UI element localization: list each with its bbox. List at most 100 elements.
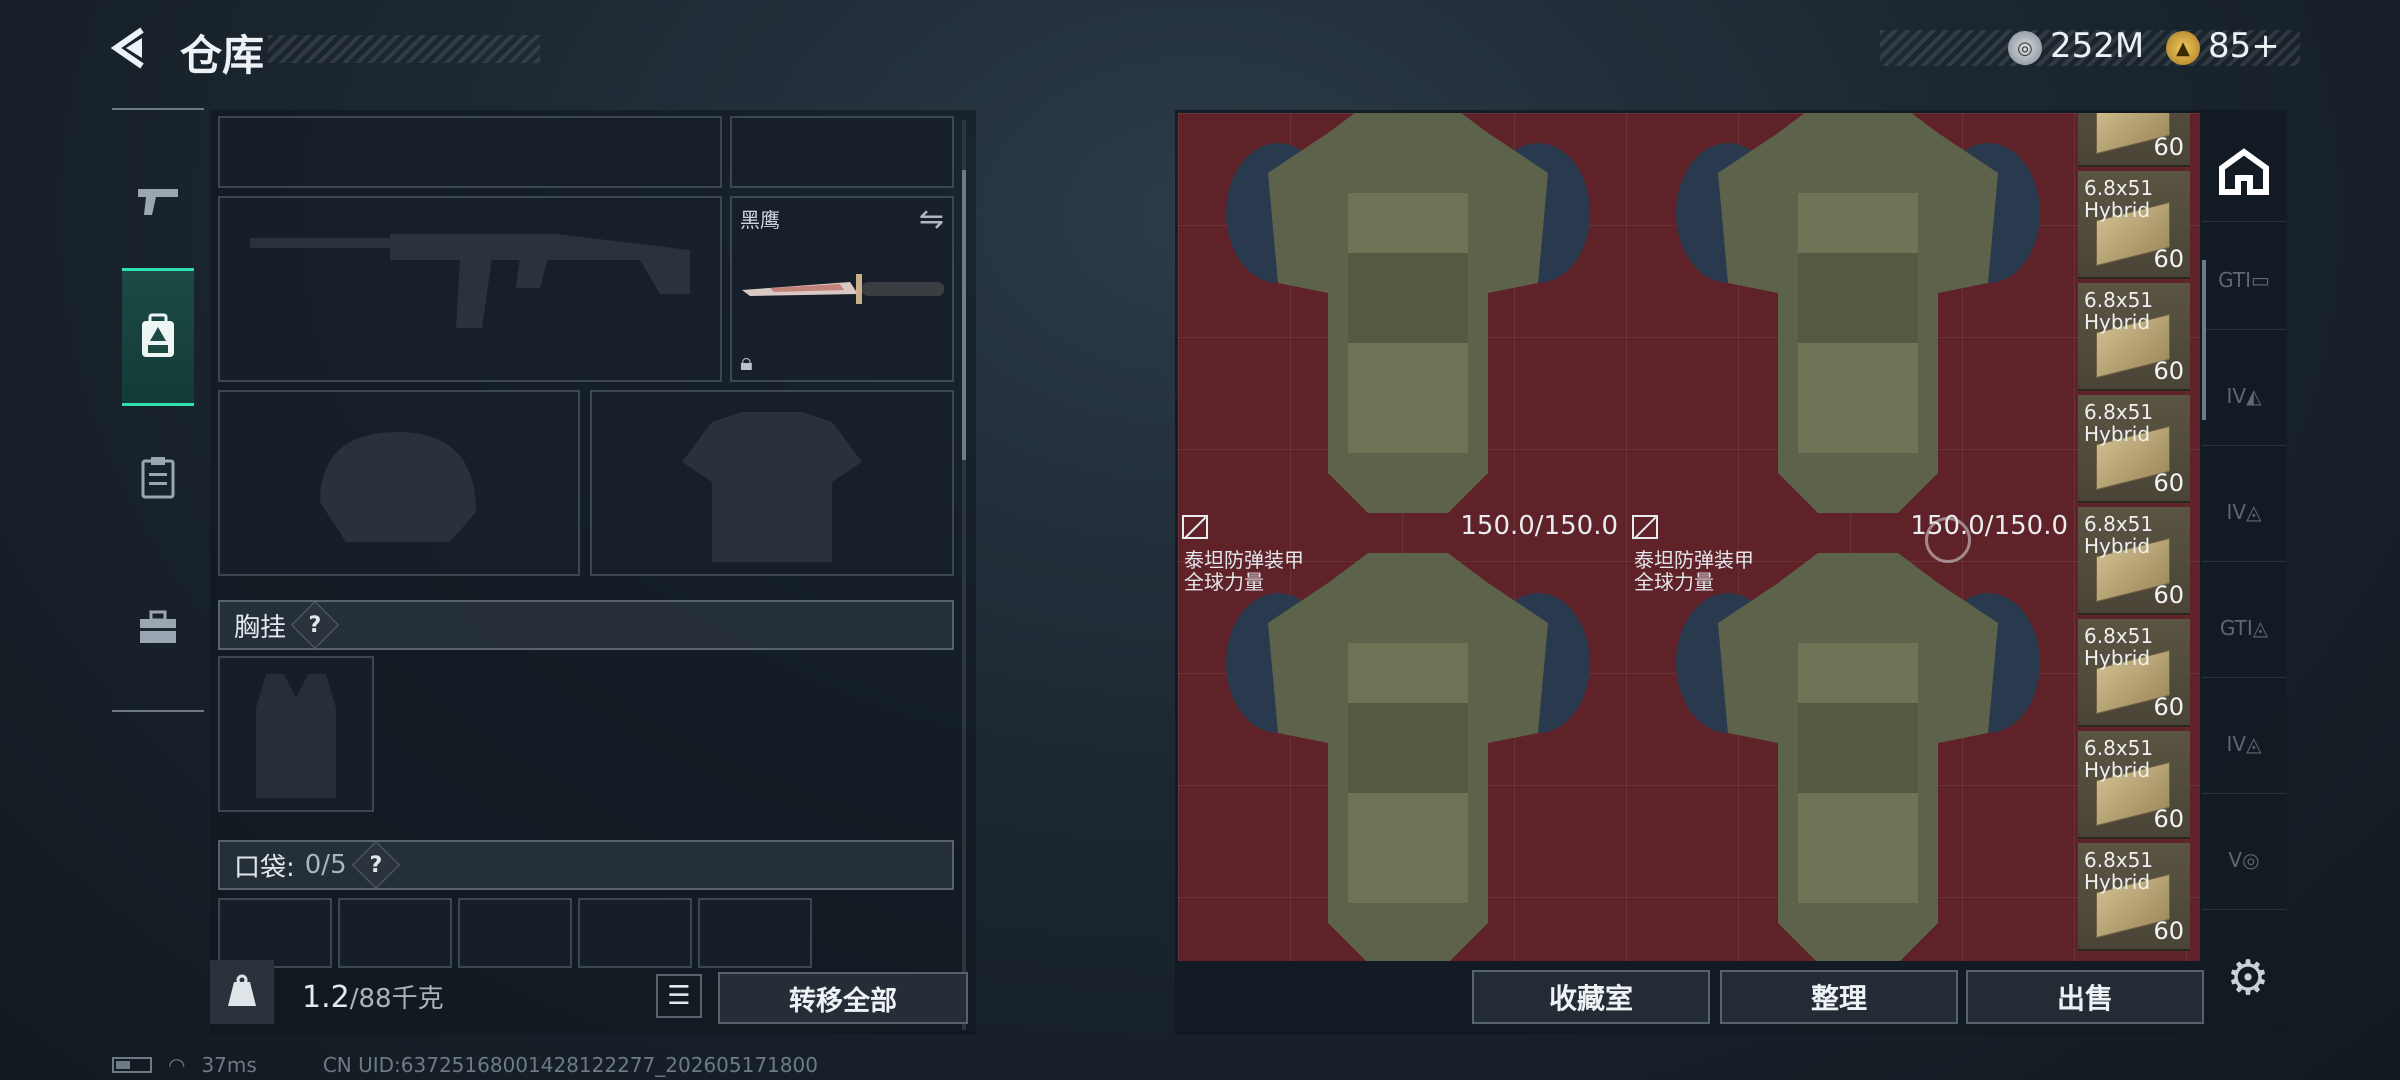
user-uid: CN UID:63725168001428122277_202605171800 [322,1053,818,1077]
ammo-count: 60 [2153,693,2184,721]
toolbox-icon [140,610,176,643]
ammo-name: 6.8x51 Hybrid [2084,288,2154,334]
gold-coin-icon: ▲ [2166,31,2200,65]
tabs-scrollbar[interactable] [2202,260,2206,420]
stash-item-armor[interactable]: 泰坦防弹装甲 全球力量150.0/150.0 [1178,543,1628,961]
pocket-slot[interactable] [578,898,692,968]
ammo-count: 60 [2153,917,2184,945]
ammo-count: 60 [2153,581,2184,609]
tab-category[interactable]: IV ◬ [2202,462,2286,562]
body-armor-slot[interactable] [590,390,954,576]
stash-item-ammo[interactable]: 6.8x51 Hybrid 60 [2078,619,2190,727]
ping-value: 37ms [201,1053,257,1077]
rifle-silhouette-icon [250,234,690,328]
tab-category[interactable]: V ◎ [2202,810,2286,910]
ammo-name: 6.8x51 Hybrid [2084,848,2154,894]
stash-item-ammo[interactable]: 6.8x51 Hybrid 60 [2078,395,2190,503]
ammo-name: 6.8x51 Hybrid [2084,624,2154,670]
equipment-slot[interactable] [730,116,954,188]
stash-item-ammo[interactable]: 6.8x51 Hybrid 60 [2078,507,2190,615]
ammo-count: 60 [2153,469,2184,497]
stash-item-ammo[interactable]: 6.8x51 Hybrid 60 [2078,283,2190,391]
knife-icon [742,274,944,304]
help-icon[interactable]: ? [351,840,400,890]
tab-category[interactable]: IV ◭ [2202,346,2286,446]
chest-rig-slot[interactable] [218,656,374,812]
currency-silver-value: 252M [2050,26,2145,66]
tab-home[interactable] [2202,122,2286,222]
lock-icon: 🔒︎ [740,348,753,376]
pocket-slot[interactable] [338,898,452,968]
nav-toolbox[interactable] [122,580,194,674]
page-title: 仓库 [180,31,265,80]
pockets-section-header: 口袋: 0/5 ? [218,840,954,890]
repair-icon [1632,515,1658,539]
helmet-silhouette-icon [320,432,476,542]
status-bar: ◠ 37ms CN UID:63725168001428122277_20260… [112,1052,818,1078]
body-armor-icon [1226,113,1590,513]
nav-rig[interactable] [122,430,194,524]
tab-category[interactable]: GTI ◬ [2202,578,2286,678]
stash-item-armor[interactable]: 150.0/150.0 [1178,113,1628,543]
ammo-name: 6.8x51 Hybrid [2084,512,2154,558]
sell-button[interactable]: 出售 [1966,970,2204,1024]
weight-capacity: /88千克 [349,984,444,1014]
stash-item-armor[interactable]: 150.0/150.0 [1628,113,2078,543]
home-icon [2219,147,2269,195]
stash-item-ammo[interactable]: 6.8x51 Hybrid 60 [2078,843,2190,951]
melee-slot[interactable]: 黑鹰 ⇋ 🔒︎ [730,196,954,382]
scrollbar-thumb[interactable] [962,170,966,460]
weight-value: 1.2 [302,980,350,1015]
stash-grid[interactable]: 150.0/150.0150.0/150.0泰坦防弹装甲 全球力量150.0/1… [1178,113,2200,961]
nav-weapon[interactable] [122,154,194,248]
sort-button[interactable]: 整理 [1720,970,1958,1024]
pockets-label: 口袋: [234,852,295,883]
armor-name: 泰坦防弹装甲 全球力量 [1634,548,1754,594]
help-icon[interactable]: ? [290,600,340,650]
stash-category-tabs: GTI ▭ IV ◭ IV ◬ GTI ◬ IV ◬ V ◎ [2202,118,2286,948]
currency-gold-value[interactable]: 85+ [2208,26,2280,66]
tab-category[interactable]: IV ◬ [2202,694,2286,794]
silver-coin-icon: ◎ [2008,31,2042,65]
armor-name: 泰坦防弹装甲 全球力量 [1184,548,1304,594]
clipboard-icon [141,457,175,499]
list-icon: ☰ [667,981,691,1011]
pocket-slot[interactable] [218,898,332,968]
stash-item-ammo[interactable]: 6.8x51 Hybrid 60 [2078,171,2190,279]
weight-icon [210,960,274,1024]
backpack-icon [142,313,174,357]
stash-item-ammo[interactable]: 6.8x51 Hybrid 60 [2078,731,2190,839]
stash-item-ammo[interactable]: 60 [2078,113,2190,167]
equipment-slot[interactable] [218,116,722,188]
armor-silhouette-icon [682,412,862,562]
repair-icon [1182,515,1208,539]
ammo-name: 6.8x51 Hybrid [2084,176,2154,222]
wifi-icon: ◠ [168,1053,186,1077]
list-view-button[interactable]: ☰ [656,974,702,1018]
back-button[interactable] [108,24,156,72]
pocket-slot[interactable] [698,898,812,968]
target-icon [1925,517,1971,563]
armor-durability: 150.0/150.0 [1460,511,1618,541]
tab-category[interactable]: GTI ▭ [2202,230,2286,330]
collection-room-button[interactable]: 收藏室 [1472,970,1710,1024]
pocket-slot[interactable] [458,898,572,968]
ammo-name: 6.8x51 Hybrid [2084,736,2154,782]
transfer-all-button[interactable]: 转移全部 [718,972,968,1024]
ammo-count: 60 [2153,245,2184,273]
carry-weight: 1.2/88千克 [302,978,444,1015]
pockets-count: 0/5 [304,850,347,880]
primary-weapon-slot[interactable] [218,196,722,382]
nav-backpack[interactable] [122,268,194,406]
ammo-count: 60 [2153,133,2184,161]
stash-item-armor[interactable]: 泰坦防弹装甲 全球力量150.0/150.0 [1628,543,2078,961]
helmet-slot[interactable] [218,390,580,576]
back-arrow-icon [110,27,144,69]
ammo-name: 6.8x51 Hybrid [2084,400,2154,446]
chest-rig-silhouette-icon [256,674,336,798]
swap-icon[interactable]: ⇋ [919,202,944,237]
settings-gear-icon[interactable]: ⚙ [2220,950,2276,1006]
title-decoration [268,35,540,63]
knife-name: 黑鹰 [740,208,780,232]
pistol-icon [138,189,178,215]
